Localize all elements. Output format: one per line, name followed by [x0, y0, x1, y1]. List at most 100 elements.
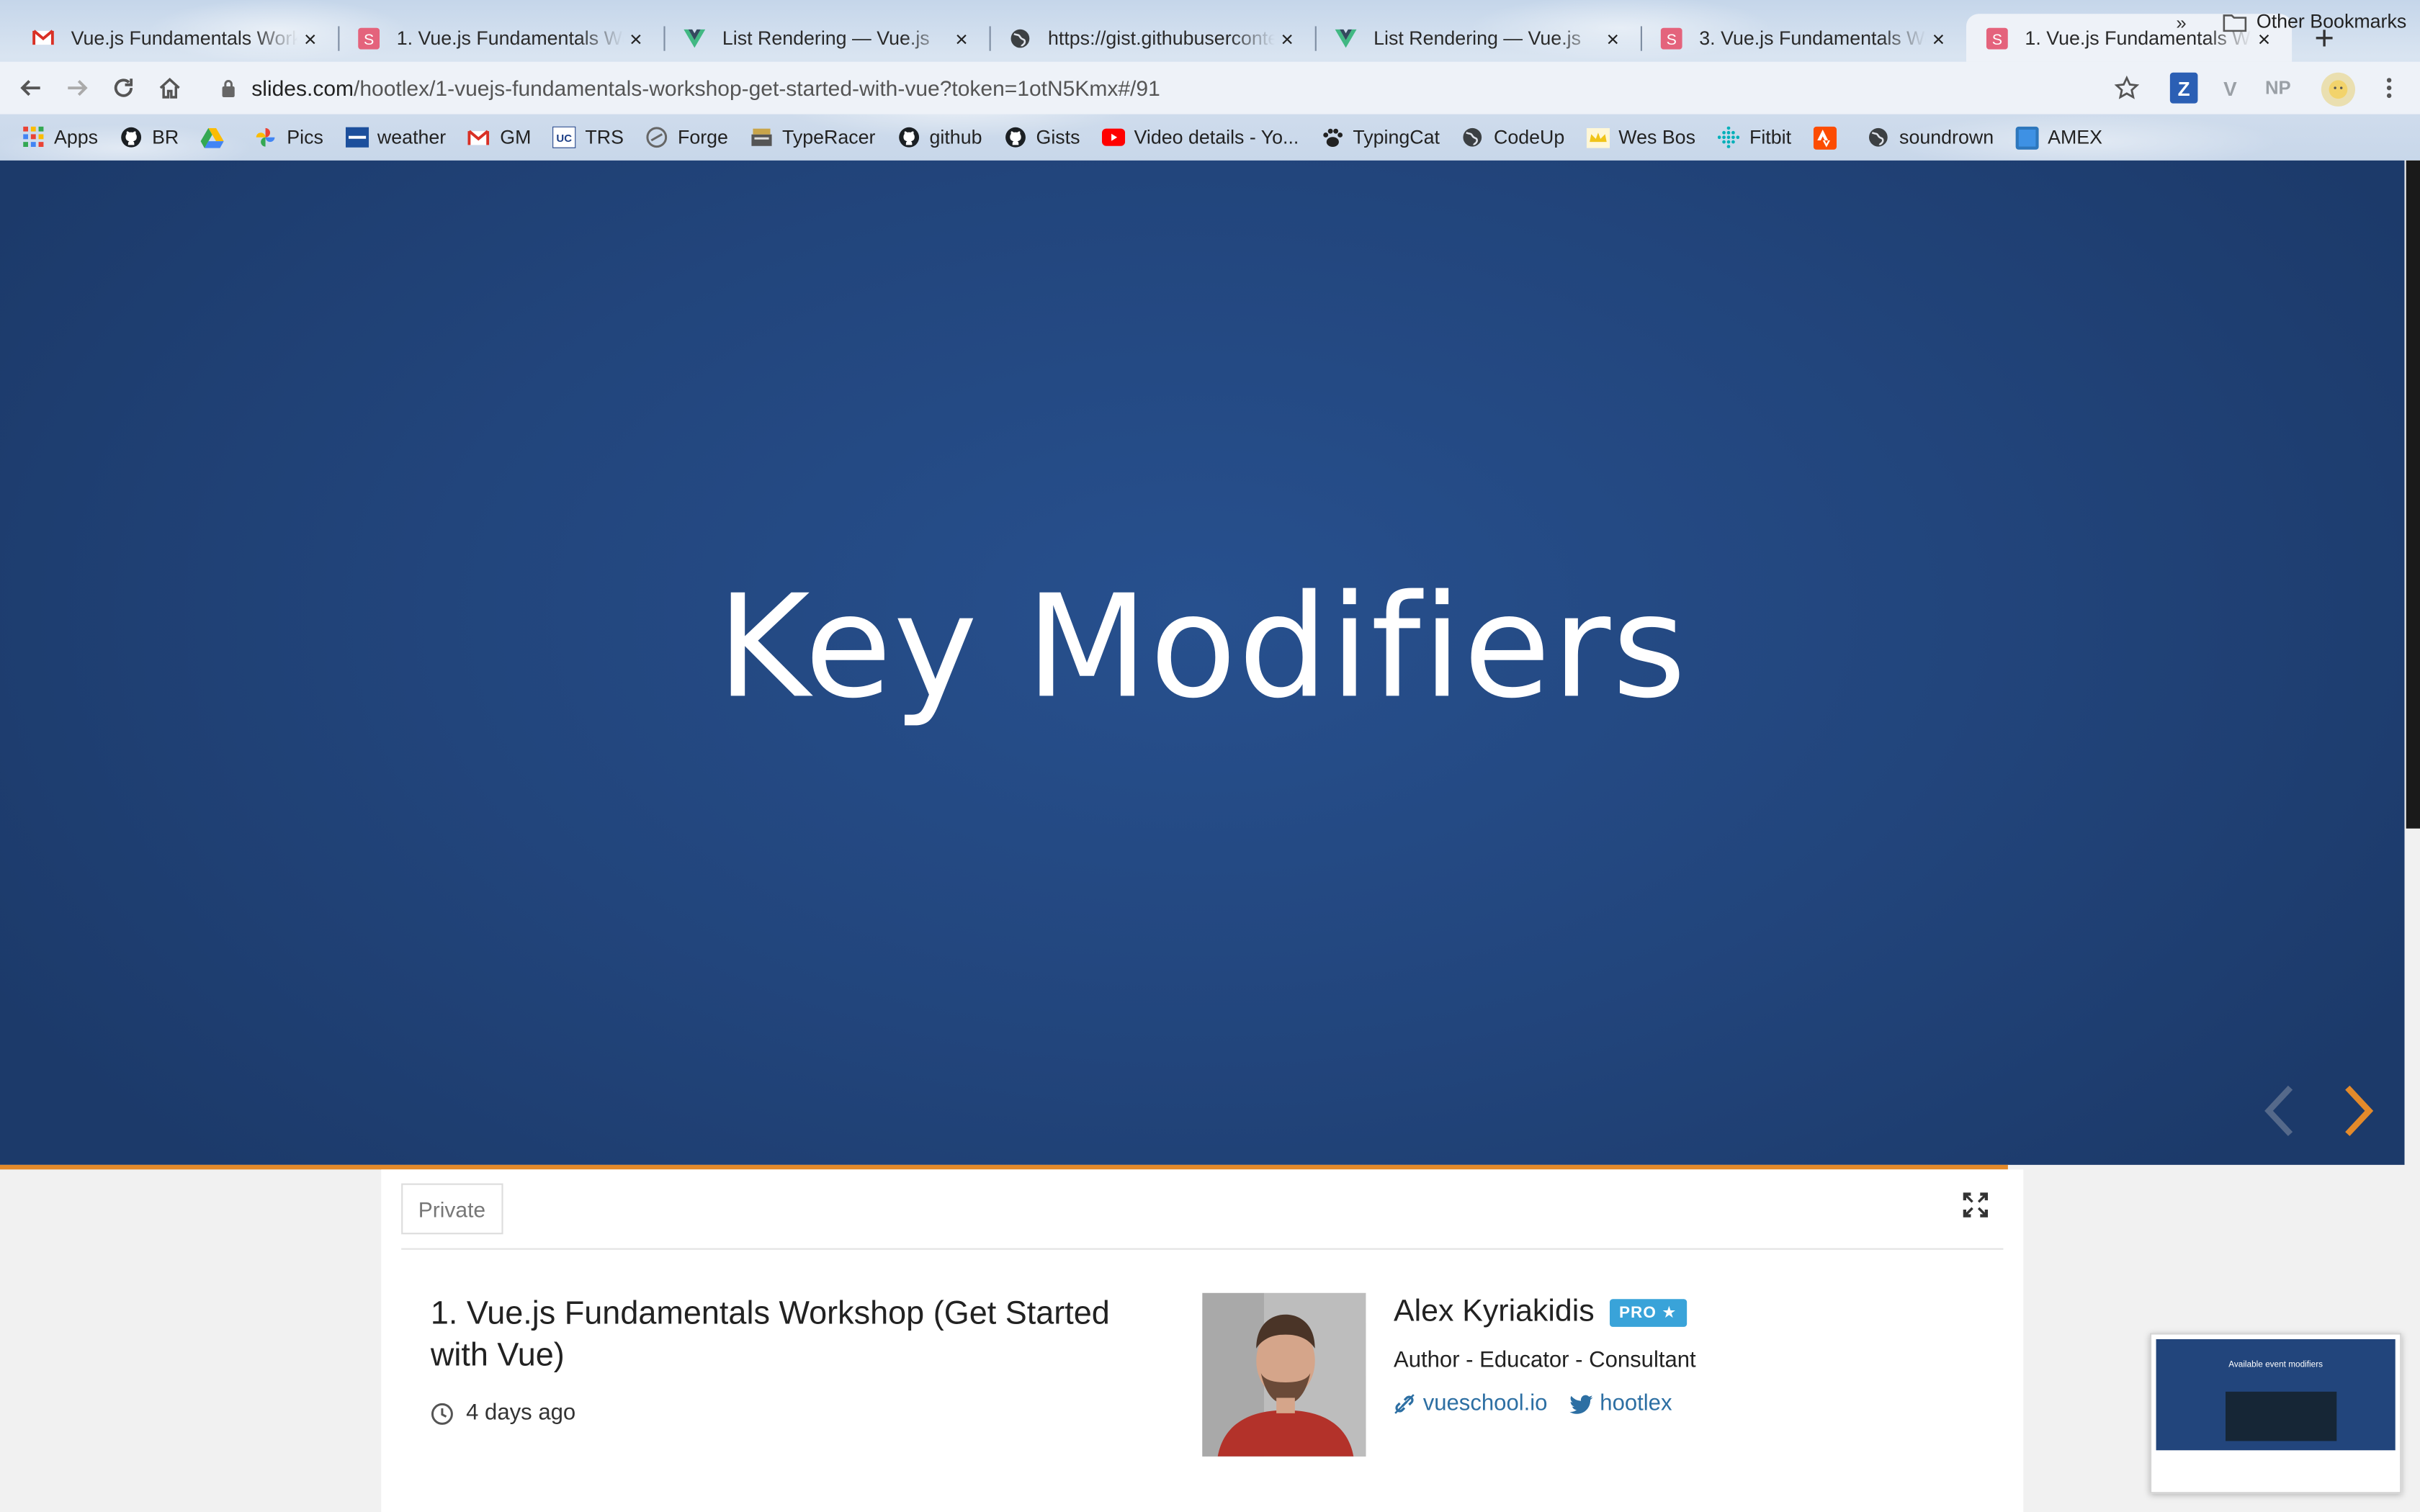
author-name-text: Alex Kyriakidis [1393, 1294, 1595, 1328]
bookmark-item[interactable]: TypeRacer [750, 126, 876, 149]
tab[interactable]: List Rendering — Vue.js × [1314, 14, 1641, 61]
back-button[interactable] [12, 71, 49, 105]
other-bookmarks-label: Other Bookmarks [2256, 11, 2407, 32]
globe-icon [1461, 126, 1484, 149]
bookmark-item[interactable]: UC TRS [552, 126, 624, 149]
tab[interactable]: S 3. Vue.js Fundamentals Work × [1640, 14, 1966, 61]
bookmark-item[interactable]: weather [344, 126, 447, 149]
bookmark-label: TypingCat [1353, 126, 1440, 148]
drive-icon [200, 126, 224, 149]
tab-close-icon[interactable]: × [1600, 25, 1625, 50]
bookmark-item[interactable]: GM [467, 126, 531, 149]
strava-icon [1813, 125, 1837, 149]
fitbit-icon [1717, 126, 1740, 149]
home-icon [159, 78, 180, 99]
lock-icon [222, 80, 235, 97]
bookmark-item[interactable]: Gists [1003, 126, 1080, 149]
bookmark-item[interactable]: Fitbit [1717, 126, 1791, 149]
preview-slide-title: Available event modifiers [2228, 1361, 2323, 1370]
author-links: vueschool.io hootlex [1394, 1392, 1694, 1416]
bookmark-item[interactable]: Wes Bos [1586, 126, 1695, 149]
crown-icon [1586, 126, 1610, 149]
amex-icon [2015, 125, 2039, 149]
github-icon [897, 126, 920, 149]
tab[interactable]: List Rendering — Vue.js × [663, 14, 989, 61]
home-button[interactable] [151, 71, 188, 105]
tab-close-icon[interactable]: × [1275, 25, 1299, 50]
link-icon [1394, 1394, 1415, 1414]
bookmark-label: Forge [677, 126, 728, 148]
svg-text:UC: UC [557, 132, 573, 145]
chevron-left-icon [2264, 1085, 2293, 1136]
reload-button[interactable] [105, 71, 142, 105]
profile-face-icon [2329, 80, 2348, 99]
bookmark-item[interactable]: CodeUp [1461, 126, 1564, 149]
slide-viewport[interactable]: Key Modifiers [0, 160, 2405, 1165]
author-photo [1202, 1292, 1366, 1457]
page-scrollbar-thumb[interactable] [2406, 160, 2420, 829]
bookmark-label: Wes Bos [1618, 126, 1695, 148]
bookmark-label: weather [377, 126, 447, 148]
deck-updated-time: 4 days ago [431, 1401, 575, 1426]
bookmark-item[interactable]: soundrown [1867, 126, 1994, 149]
bookmark-item[interactable]: BR [120, 126, 179, 149]
previous-slide-button[interactable] [2257, 1080, 2303, 1142]
tab[interactable]: Vue.js Fundamentals Worksh × [12, 14, 338, 61]
browser-chrome: Vue.js Fundamentals Worksh × S 1. Vue.js Fu… [0, 0, 2420, 161]
bookmark-item[interactable] [1813, 125, 1845, 149]
bookmarks-overflow-button[interactable]: » [2176, 12, 2186, 34]
bookmark-label: GM [500, 126, 532, 148]
bookmark-item[interactable]: TypingCat [1320, 126, 1440, 149]
next-slide-button[interactable] [2335, 1080, 2381, 1142]
bookmark-label: TypeRacer [781, 126, 876, 148]
svg-text:S: S [1992, 30, 2002, 48]
address-bar[interactable]: slides.com/hootlex/1-vuejs-fundamentals-… [205, 66, 2154, 110]
fullscreen-button[interactable] [1962, 1191, 1993, 1222]
bookmark-item[interactable] [200, 126, 233, 149]
tab[interactable]: https://gist.githubuserconten × [989, 14, 1315, 61]
bookmark-item[interactable]: Video details - Yo... [1101, 126, 1299, 149]
bookmark-item[interactable]: Pics [254, 126, 323, 149]
tab-close-icon[interactable]: × [298, 25, 323, 50]
typeracer-icon [750, 126, 773, 149]
author-name[interactable]: Alex Kyriakidis PRO ★ [1393, 1294, 1687, 1330]
next-slide-preview[interactable]: Available event modifiers [2150, 1333, 2402, 1494]
bookmark-label: Video details - Yo... [1134, 126, 1299, 148]
browser-menu-button[interactable] [2370, 71, 2407, 105]
twitter-icon [1569, 1394, 1592, 1413]
bookmark-item[interactable]: Apps [22, 126, 98, 149]
forward-button[interactable] [58, 71, 95, 105]
author-avatar[interactable] [1202, 1292, 1366, 1457]
bookmark-star-button[interactable] [2108, 71, 2145, 105]
tab-close-icon[interactable]: × [1926, 25, 1950, 50]
folder-icon [2223, 14, 2247, 32]
github-icon [120, 126, 143, 149]
paw-icon [1320, 126, 1343, 149]
tab-title: Vue.js Fundamentals Worksh [71, 27, 298, 49]
other-bookmarks-folder[interactable]: Other Bookmarks [2223, 11, 2407, 32]
arrow-right-icon [68, 80, 88, 96]
bookmark-item[interactable]: AMEX [2015, 125, 2103, 149]
tab-title: List Rendering — Vue.js [722, 27, 930, 49]
tab[interactable]: S 1. Vue.js Fundamentals Work × [338, 14, 663, 61]
visibility-badge: Private [401, 1183, 503, 1235]
slides-icon: S [1659, 25, 1684, 50]
bookmark-item[interactable]: Forge [645, 126, 728, 149]
tab-close-icon[interactable]: × [949, 25, 974, 50]
profile-avatar[interactable] [2321, 72, 2355, 107]
bookmarks-bar: Apps BR Pics weather GM UC TRS Forge TypeRacer gi… [0, 114, 2420, 161]
author-website-link[interactable]: vueschool.io [1394, 1392, 1547, 1416]
zotero-extension-icon[interactable]: Z [2169, 72, 2198, 104]
bookmark-item[interactable]: github [897, 126, 982, 149]
photos-icon [254, 126, 277, 149]
url-host: slides.com [251, 76, 354, 101]
tab-close-icon[interactable]: × [624, 25, 648, 50]
author-twitter-link[interactable]: hootlex [1569, 1392, 1672, 1416]
vue-devtools-extension-icon[interactable]: V [2216, 73, 2244, 104]
reload-icon [114, 78, 133, 97]
deck-title[interactable]: 1. Vue.js Fundamentals Workshop (Get Sta… [431, 1293, 1156, 1377]
forge-icon [645, 126, 668, 149]
bookmark-label: AMEX [2048, 126, 2103, 148]
bookmark-label: Pics [287, 126, 323, 148]
np-extension-icon[interactable]: NP [2259, 73, 2296, 104]
